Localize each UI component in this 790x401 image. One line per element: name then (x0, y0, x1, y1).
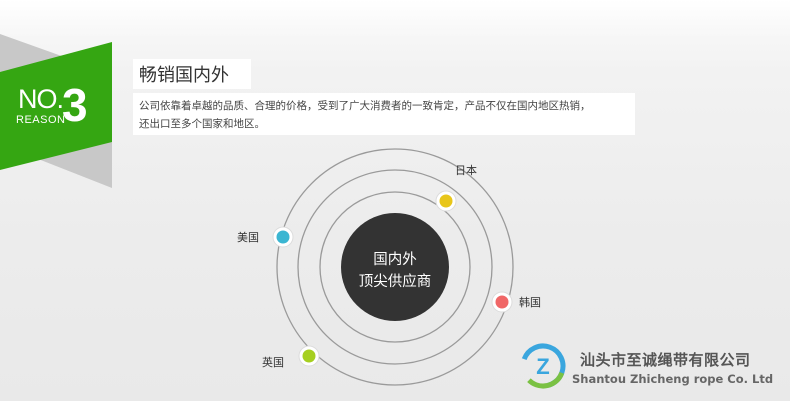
center-label: 国内外 顶尖供应商 (340, 249, 450, 293)
orbit-diagram (272, 148, 514, 386)
country-label-japan: 日本 (455, 164, 477, 177)
dot-uk (298, 345, 320, 367)
country-label-usa: 美国 (237, 231, 259, 244)
dot-usa (272, 226, 294, 248)
country-label-korea: 韩国 (519, 296, 541, 309)
dot-korea (491, 291, 513, 313)
country-label-uk: 英国 (262, 356, 284, 369)
dot-japan (435, 190, 457, 212)
company-logo-icon: Z (520, 343, 566, 389)
center-label-line-1: 国内外 (373, 252, 417, 268)
company-name-cn: 汕头市至诚绳带有限公司 (580, 351, 751, 369)
company-name-en: Shantou Zhicheng rope Co. Ltd (572, 372, 774, 386)
svg-text:Z: Z (536, 354, 549, 379)
center-label-line-2: 顶尖供应商 (358, 274, 432, 290)
